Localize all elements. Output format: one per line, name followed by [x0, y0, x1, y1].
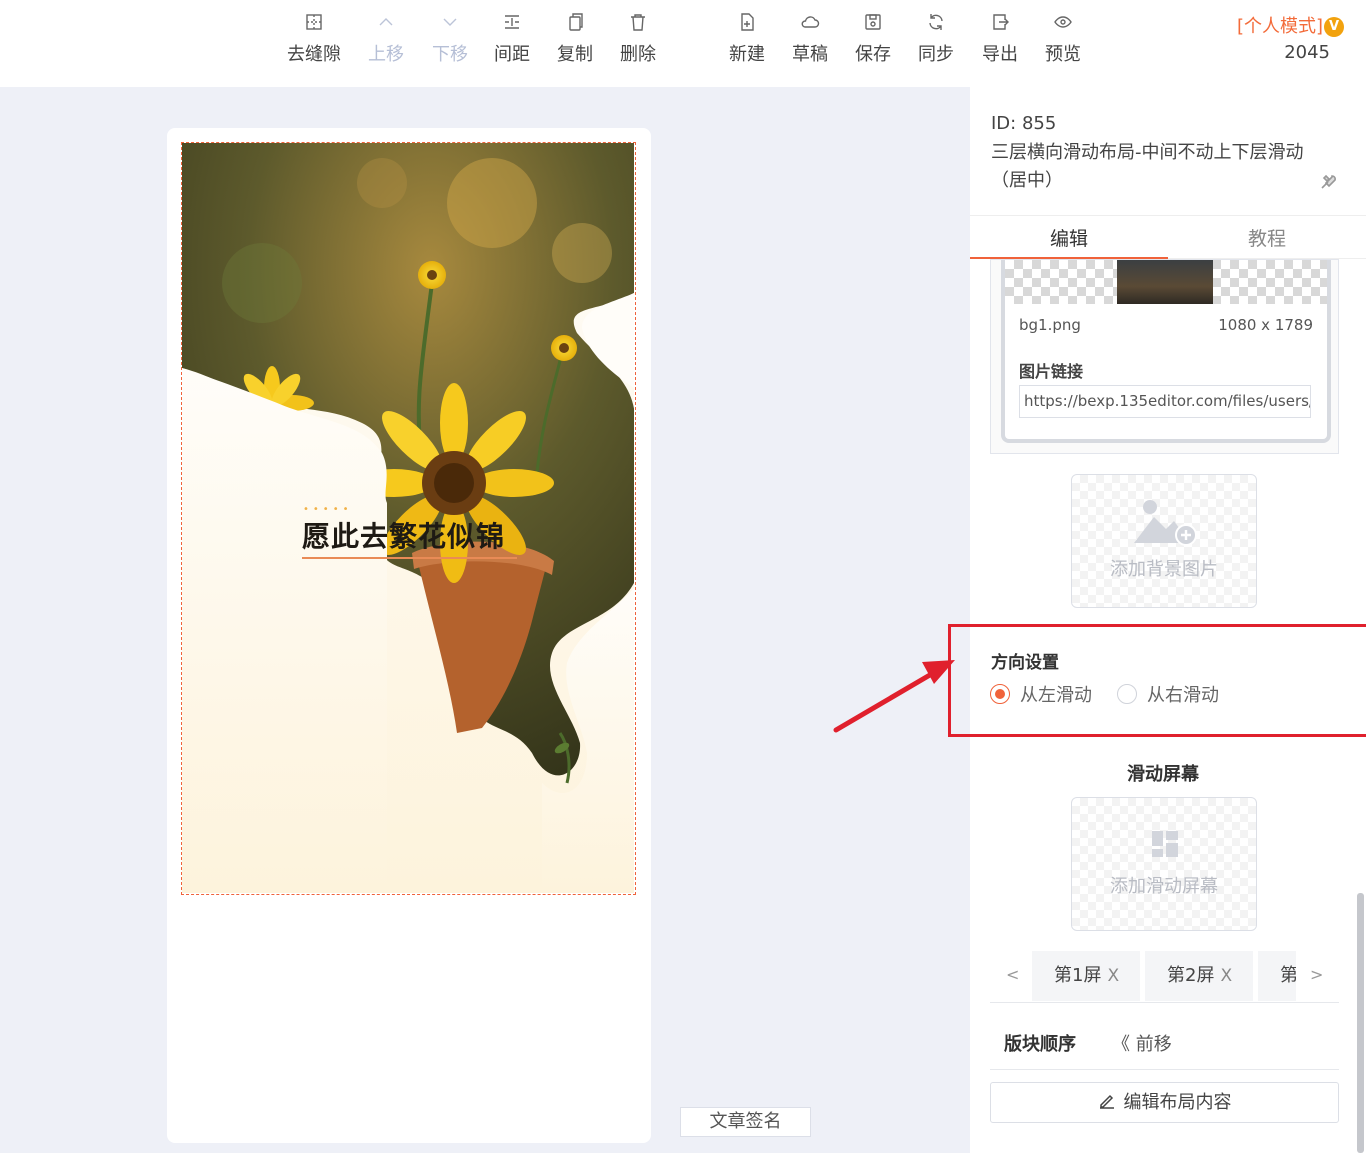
panel-scrollbar[interactable] [1357, 893, 1364, 1153]
move-up-button[interactable]: 上移 [356, 12, 416, 66]
screen-tab-1[interactable]: 第1屏 X [1032, 951, 1140, 1001]
remove-gap-button[interactable]: 去缝隙 [284, 12, 344, 66]
headline-underline [302, 557, 517, 559]
image-card: bg1.png 1080 x 1789 图片链接 https://bexp.13… [990, 259, 1339, 454]
chevron-right-icon[interactable]: > [1310, 965, 1323, 984]
move-down-button[interactable]: 下移 [420, 12, 480, 66]
add-slide-button[interactable]: 添加滑动屏幕 [1071, 797, 1257, 931]
edit-layout-button[interactable]: 编辑布局内容 [990, 1082, 1339, 1123]
layout-blocks-icon [1152, 831, 1178, 857]
chevron-left-icon[interactable]: < [1006, 965, 1019, 984]
spacing-button[interactable]: 间距 [482, 12, 542, 66]
block-order: 版块顺序 《 前移 [990, 1012, 1339, 1070]
screen-tab-3[interactable]: 第 [1258, 951, 1296, 1001]
image-card-body: bg1.png 1080 x 1789 图片链接 https://bexp.13… [1001, 260, 1331, 443]
add-background-button[interactable]: 添加背景图片 [1071, 474, 1257, 608]
save-icon [843, 12, 903, 38]
save-button[interactable]: 保存 [843, 12, 903, 66]
sync-button[interactable]: 同步 [906, 12, 966, 66]
template-id: ID: 855 [991, 113, 1057, 134]
image-thumbnail[interactable] [1117, 260, 1213, 304]
settings-panel: ID: 855 三层横向滑动布局-中间不动上下层滑动（居中） 编辑 教程 bg1… [970, 87, 1366, 1153]
personal-mode[interactable]: [个人模式] V 2045 [1237, 12, 1344, 63]
screen-tab-2[interactable]: 第2屏 X [1145, 951, 1253, 1001]
new-button[interactable]: 新建 [717, 12, 777, 66]
block-order-label: 版块顺序 [1004, 1034, 1076, 1055]
add-slide-label: 添加滑动屏幕 [1110, 876, 1218, 897]
panel-tabs: 编辑 教程 [970, 215, 1366, 259]
image-dimensions: 1080 x 1789 [1218, 316, 1313, 334]
sync-icon [906, 12, 966, 38]
template-title: 三层横向滑动布局-中间不动上下层滑动（居中） [991, 142, 1304, 191]
tools-icon[interactable] [1320, 173, 1338, 195]
trash-icon [608, 12, 668, 38]
decorative-dots: ••••• [303, 504, 353, 515]
image-link-input[interactable]: https://bexp.135editor.com/files/users/0… [1019, 385, 1311, 418]
delete-button[interactable]: 删除 [608, 12, 668, 66]
vip-badge-icon: V [1324, 17, 1344, 37]
chevron-up-icon [356, 12, 416, 38]
preview-button[interactable]: 预览 [1033, 12, 1093, 66]
tab-tutorial[interactable]: 教程 [1168, 224, 1366, 251]
image-filename: bg1.png [1019, 316, 1081, 334]
move-forward-button[interactable]: 《 前移 [1112, 1030, 1172, 1056]
mode-label[interactable]: [个人模式] [1237, 16, 1323, 37]
export-button[interactable]: 导出 [970, 12, 1030, 66]
draft-button[interactable]: 草稿 [780, 12, 840, 66]
image-link-label: 图片链接 [1019, 362, 1084, 381]
annotation-highlight-box [948, 624, 1366, 737]
article-signature-button[interactable]: 文章签名 [680, 1107, 811, 1137]
tab-edit[interactable]: 编辑 [970, 224, 1168, 259]
close-icon[interactable]: X [1220, 966, 1232, 986]
export-icon [970, 12, 1030, 38]
add-background-label: 添加背景图片 [1110, 559, 1218, 580]
chevron-down-icon [420, 12, 480, 38]
new-file-icon [717, 12, 777, 38]
screen-tabs: < 第1屏 X 第2屏 X 第 > [990, 949, 1339, 1003]
copy-icon [545, 12, 605, 38]
headline-text[interactable]: 愿此去繁花似锦 [302, 515, 505, 555]
top-toolbar: 去缝隙 上移 下移 间距 复制 删除 新建 草稿 保存 同步 导出 预览 [个人… [0, 0, 1366, 87]
image-add-icon [1134, 500, 1197, 546]
close-icon[interactable]: X [1107, 966, 1119, 986]
layout-canvas[interactable]: ••••• 愿此去繁花似锦 [181, 142, 636, 895]
user-count: 2045 [1284, 42, 1330, 63]
cloud-icon [780, 12, 840, 38]
pencil-icon [1099, 1094, 1114, 1109]
slide-screens-title: 滑动屏幕 [1127, 764, 1199, 785]
spacing-icon [482, 12, 542, 38]
eye-icon [1033, 12, 1093, 38]
copy-button[interactable]: 复制 [545, 12, 605, 66]
grid-icon [284, 12, 344, 38]
